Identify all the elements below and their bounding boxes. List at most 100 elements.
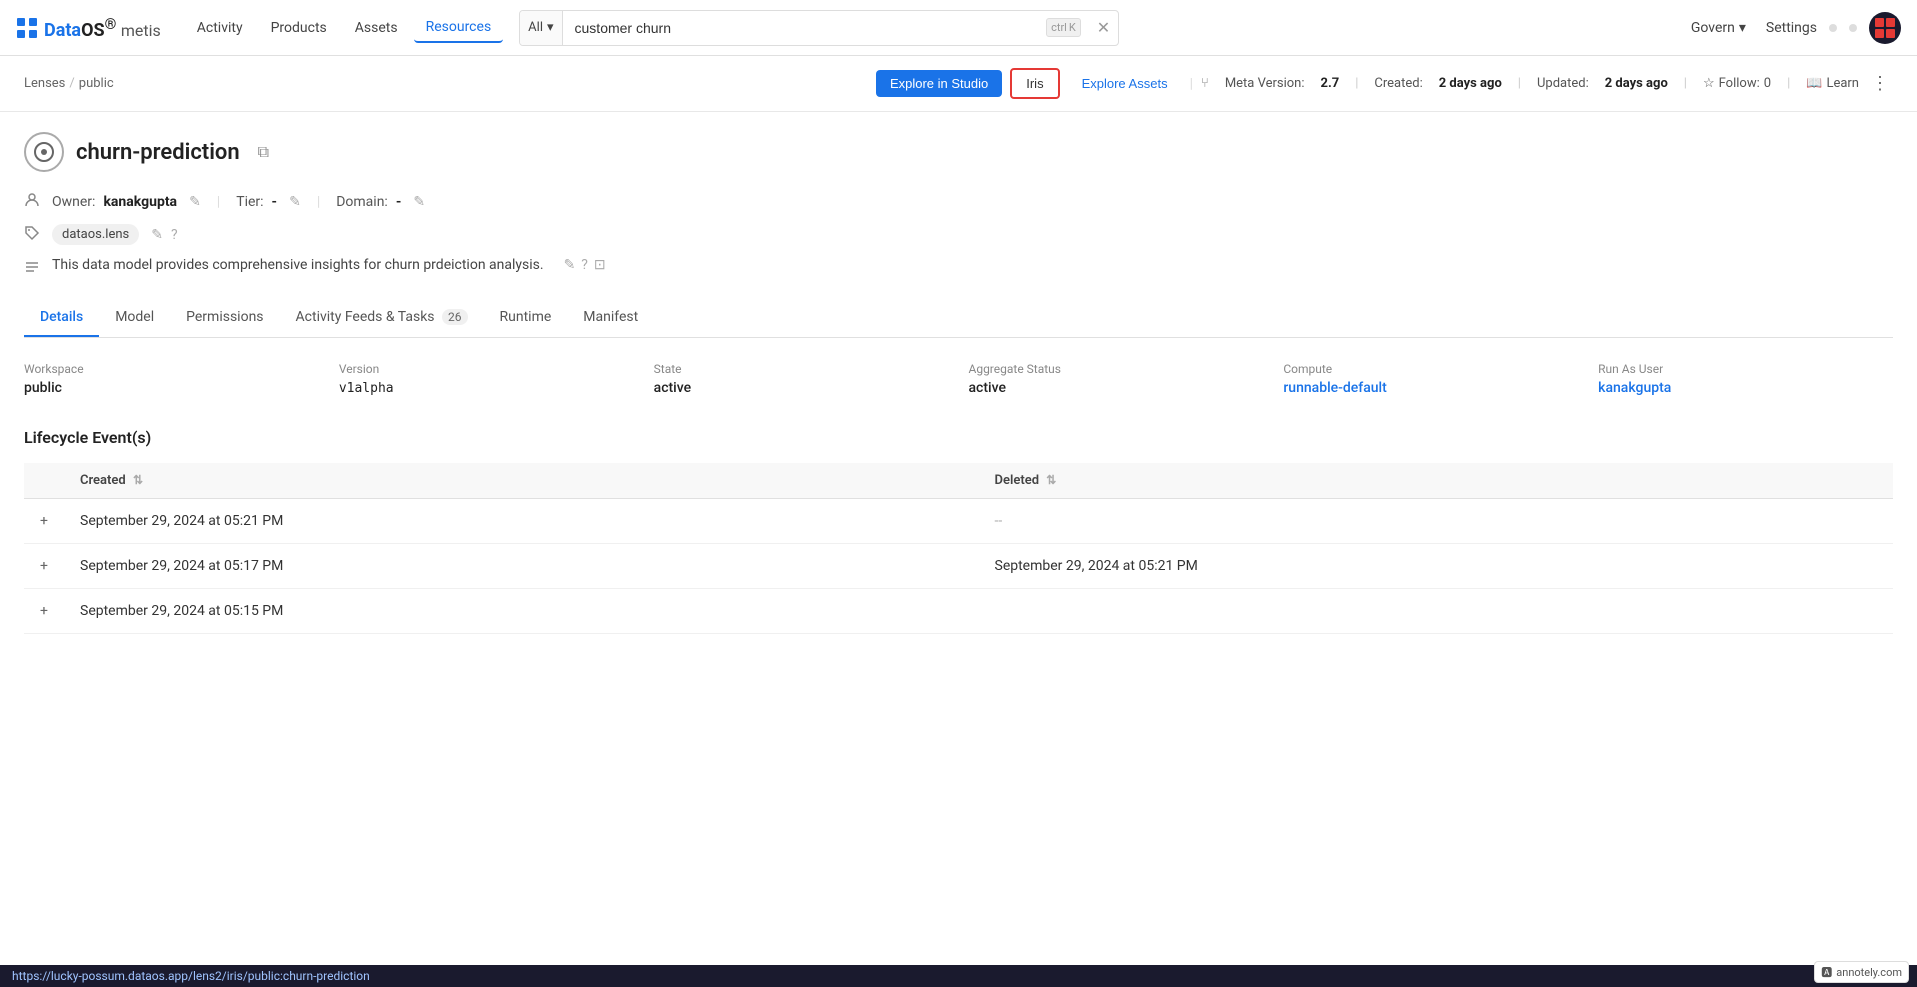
activity-badge: 26 (442, 309, 468, 325)
more-options-button[interactable]: ⋮ (1867, 73, 1893, 94)
lifecycle-table: Created ⇅ Deleted ⇅ + September 29, 2024… (24, 463, 1893, 634)
detail-run-as-user: Run As User kanakgupta (1598, 362, 1893, 396)
logo-trademark: ® (105, 15, 117, 33)
created-col-label: Created (80, 473, 126, 488)
meta-version-value: 2.7 (1321, 76, 1340, 91)
resource-icon (24, 132, 64, 172)
version-label: Version (339, 362, 634, 376)
nav-dot-2[interactable] (1849, 24, 1857, 32)
nav-assets[interactable]: Assets (343, 14, 410, 42)
updated-value: 2 days ago (1605, 76, 1668, 91)
expand-cell-1[interactable]: + (24, 499, 64, 544)
tag-edit-icon[interactable]: ✎ (151, 227, 163, 243)
tab-permissions[interactable]: Permissions (170, 299, 279, 337)
govern-menu[interactable]: Govern ▾ (1683, 16, 1754, 40)
expand-icon-1[interactable]: + (40, 513, 48, 529)
meta-version-label: Meta Version: (1225, 76, 1305, 91)
nav-links: Activity Products Assets Resources (185, 13, 503, 43)
logo[interactable]: DataOS® metis (16, 15, 161, 41)
compute-label: Compute (1283, 362, 1578, 376)
meta-separator-3: | (1684, 76, 1687, 91)
follow-button[interactable]: ☆ Follow: 0 (1703, 76, 1771, 91)
separator: | (217, 194, 220, 210)
created-cell-3: September 29, 2024 at 05:15 PM (64, 589, 979, 634)
search-scope-label: All (528, 20, 543, 35)
domain-edit-icon[interactable]: ✎ (413, 194, 425, 210)
status-bar: https://lucky-possum.dataos.app/lens2/ir… (0, 965, 1917, 987)
expand-cell-2[interactable]: + (24, 544, 64, 589)
nav-dot-1[interactable] (1829, 24, 1837, 32)
search-input[interactable] (563, 20, 1047, 36)
updated-label: Updated: (1537, 76, 1589, 91)
nav-products[interactable]: Products (259, 14, 339, 42)
th-created[interactable]: Created ⇅ (64, 463, 979, 499)
annotely-text: annotely.com (1836, 966, 1902, 979)
follow-count: 0 (1764, 76, 1771, 91)
created-cell-1: September 29, 2024 at 05:21 PM (64, 499, 979, 544)
compute-value[interactable]: runnable-default (1283, 380, 1578, 396)
chevron-down-icon: ▾ (1739, 20, 1746, 36)
copy-icon[interactable]: ⧉ (258, 142, 269, 162)
table-row: + September 29, 2024 at 05:15 PM (24, 589, 1893, 634)
search-clear-icon[interactable]: ✕ (1089, 18, 1118, 37)
description-icon (24, 259, 44, 279)
logo-text: DataOS® metis (44, 15, 161, 41)
annotely-badge: 🅰 annotely.com (1814, 961, 1909, 983)
status-url: https://lucky-possum.dataos.app/lens2/ir… (12, 969, 370, 983)
sort-icon[interactable]: ⇅ (133, 473, 143, 487)
domain-label: Domain: (336, 194, 388, 210)
tier-value: - (272, 194, 278, 210)
description-help-icon[interactable]: ? (581, 257, 588, 273)
owner-edit-icon[interactable]: ✎ (189, 194, 201, 210)
state-label: State (654, 362, 949, 376)
dataos-logo-icon (16, 17, 38, 39)
tag-help-icon[interactable]: ? (171, 227, 178, 243)
state-value: active (654, 380, 949, 396)
aggregate-status-value: active (969, 380, 1264, 396)
annotely-icon: 🅰 (1821, 964, 1832, 980)
nav-resources[interactable]: Resources (414, 13, 504, 43)
description-edit-icon[interactable]: ✎ (564, 257, 576, 273)
tag-icon (24, 225, 44, 245)
expand-cell-3[interactable]: + (24, 589, 64, 634)
learn-button[interactable]: 📖 Learn (1806, 76, 1859, 91)
tab-model[interactable]: Model (99, 299, 170, 337)
domain-value: - (396, 194, 402, 210)
th-deleted[interactable]: Deleted ⇅ (979, 463, 1894, 499)
tab-runtime[interactable]: Runtime (484, 299, 568, 337)
fork-icon: ⑂ (1201, 76, 1209, 91)
owner-value: kanakgupta (103, 194, 177, 210)
description-expand-icon[interactable]: ⊡ (594, 257, 606, 273)
separator-2: | (317, 194, 320, 210)
created-value: 2 days ago (1439, 76, 1502, 91)
tag-pill[interactable]: dataos.lens (52, 224, 139, 245)
tier-label: Tier: (236, 194, 263, 210)
search-scope-selector[interactable]: All ▾ (520, 11, 562, 45)
search-keyboard-shortcut: ctrl K (1046, 18, 1081, 37)
tab-details[interactable]: Details (24, 299, 99, 337)
kbd-ctrl: ctrl (1051, 21, 1067, 34)
book-icon: 📖 (1806, 76, 1822, 91)
meta-info: ⑂ Meta Version: 2.7 | Created: 2 days ag… (1201, 76, 1859, 91)
tab-activity-feeds[interactable]: Activity Feeds & Tasks 26 (280, 299, 484, 337)
explore-in-studio-button[interactable]: Explore in Studio (876, 70, 1002, 97)
expand-icon-3[interactable]: + (40, 603, 48, 619)
expand-icon-2[interactable]: + (40, 558, 48, 574)
tier-edit-icon[interactable]: ✎ (289, 194, 301, 210)
lifecycle-section-title: Lifecycle Event(s) (24, 428, 1893, 447)
search-bar: All ▾ ctrl K ✕ (519, 10, 1119, 46)
iris-button[interactable]: Iris (1010, 68, 1059, 99)
sort-icon-2[interactable]: ⇅ (1046, 473, 1056, 487)
settings-link[interactable]: Settings (1766, 20, 1817, 36)
tab-activity-label: Activity Feeds & Tasks (296, 309, 435, 325)
meta-separator-2: | (1518, 76, 1521, 91)
breadcrumb-lenses[interactable]: Lenses (24, 76, 65, 91)
detail-state: State active (654, 362, 949, 396)
run-as-user-value[interactable]: kanakgupta (1598, 380, 1893, 396)
avatar[interactable] (1869, 12, 1901, 44)
user-icon (24, 192, 44, 212)
logo-sub: metis (121, 21, 161, 40)
nav-activity[interactable]: Activity (185, 14, 255, 42)
explore-assets-button[interactable]: Explore Assets (1068, 70, 1182, 97)
tab-manifest[interactable]: Manifest (567, 299, 654, 337)
